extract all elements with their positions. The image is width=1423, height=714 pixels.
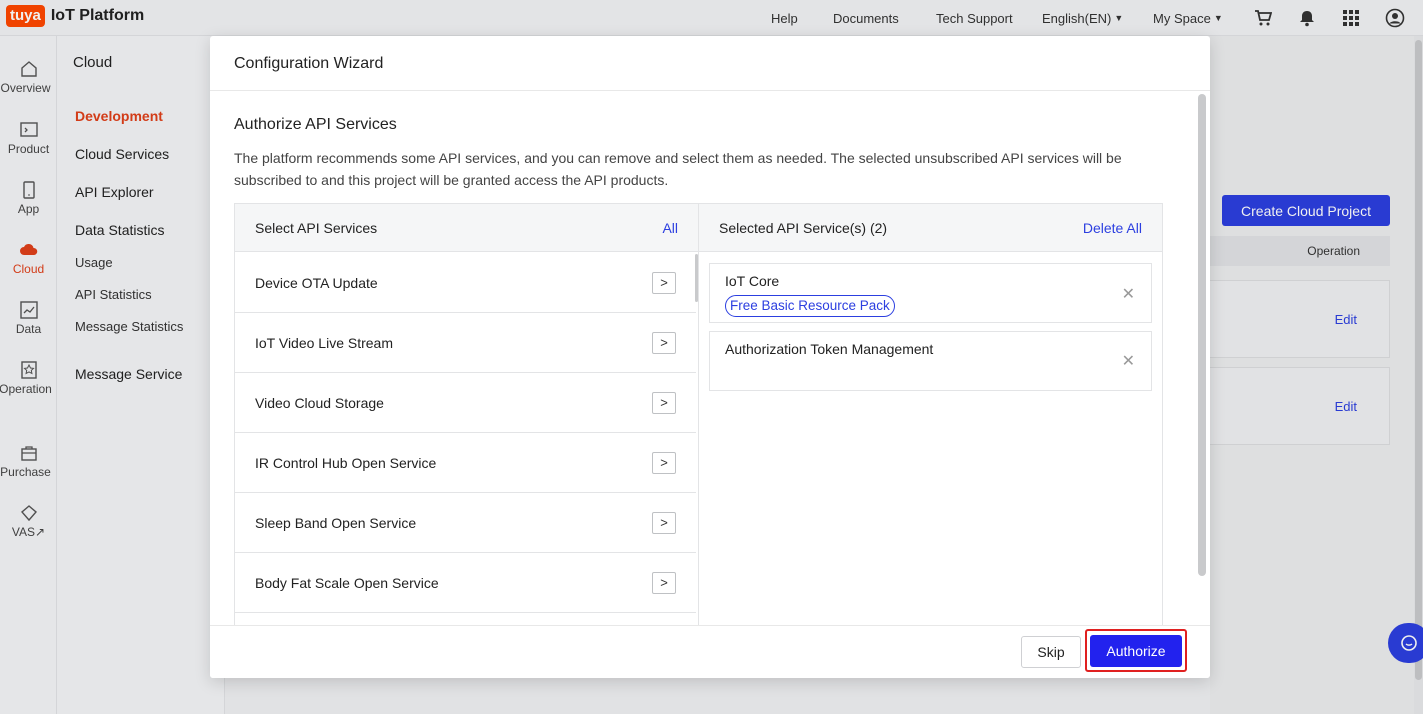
pane-title: Select API Services [255, 219, 378, 236]
service-row: IoT Video Live Stream > [235, 313, 696, 373]
pane-title: Selected API Service(s) (2) [719, 219, 888, 236]
service-name: Body Fat Scale Open Service [255, 574, 439, 591]
service-name: Device OTA Update [255, 274, 378, 291]
chevron-right-icon: > [660, 575, 668, 590]
service-row: Video Cloud Storage > [235, 373, 696, 433]
chevron-right-icon: > [660, 395, 668, 410]
authorize-button[interactable]: Authorize [1090, 635, 1182, 667]
service-row: IR Control Hub Open Service > [235, 433, 696, 493]
service-row: Body Fat Scale Open Service > [235, 553, 696, 613]
modal-body: Authorize API Services The platform reco… [210, 91, 1210, 625]
pane-header: Select API Services All [235, 204, 698, 252]
service-name: Video Cloud Storage [255, 394, 384, 411]
add-service-button[interactable]: > [652, 331, 676, 354]
delete-all-link[interactable]: Delete All [1083, 220, 1142, 236]
service-row: Device OTA Update > [235, 253, 696, 313]
selected-service-card: IoT Core Free Basic Resource Pack ✕ [709, 263, 1152, 323]
section-description: The platform recommends some API service… [234, 150, 1122, 188]
modal-header: Configuration Wizard [210, 36, 1210, 91]
selected-api-services-pane: Selected API Service(s) (2) Delete All I… [698, 203, 1163, 625]
resource-pack-tag[interactable]: Free Basic Resource Pack [725, 295, 895, 317]
service-name: IoT Video Live Stream [255, 334, 394, 351]
select-all-link[interactable]: All [662, 220, 678, 236]
modal-scrollbar[interactable] [1198, 94, 1206, 576]
selected-service-name: IoT Core [725, 273, 780, 289]
service-name: IR Control Hub Open Service [255, 454, 437, 471]
section-title: Authorize API Services [234, 116, 397, 133]
selected-service-name: Authorization Token Management [725, 341, 934, 357]
add-service-button[interactable]: > [652, 571, 676, 594]
modal-title: Configuration Wizard [234, 55, 384, 72]
select-api-services-pane: Select API Services All Device OTA Updat… [234, 203, 699, 625]
chevron-right-icon: > [660, 455, 668, 470]
remove-service-close-icon[interactable]: ✕ [1122, 284, 1135, 304]
skip-button[interactable]: Skip [1021, 636, 1081, 668]
add-service-button[interactable]: > [652, 511, 676, 534]
selected-service-card: Authorization Token Management ✕ [709, 331, 1152, 391]
add-service-button[interactable]: > [652, 451, 676, 474]
chevron-right-icon: > [660, 515, 668, 530]
add-service-button[interactable]: > [652, 391, 676, 414]
remove-service-close-icon[interactable]: ✕ [1122, 351, 1135, 371]
chevron-right-icon: > [660, 335, 668, 350]
service-name: Sleep Band Open Service [255, 514, 417, 531]
modal-footer: Skip Authorize [210, 625, 1210, 678]
service-row: Sleep Band Open Service > [235, 493, 696, 553]
configuration-wizard-modal: Configuration Wizard Authorize API Servi… [210, 36, 1210, 678]
add-service-button[interactable]: > [652, 271, 676, 294]
chevron-right-icon: > [660, 275, 668, 290]
pane-header: Selected API Service(s) (2) Delete All [699, 204, 1162, 252]
